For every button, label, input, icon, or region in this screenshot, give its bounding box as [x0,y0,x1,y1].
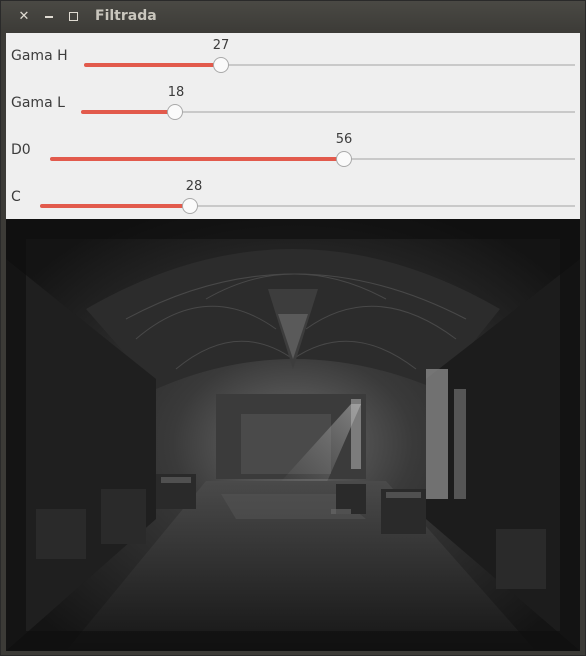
trackbar-value: 27 [212,38,230,53]
trackbar-value: 28 [185,179,203,194]
window-title: Filtrada [95,8,157,24]
trackbar-row-c: C 28 [6,174,580,221]
trackbar-track[interactable] [40,198,575,214]
filtered-image [6,219,580,651]
trackbar-fill [81,110,175,114]
trackbar-value: 56 [335,132,353,147]
trackbar-label: Gama L [11,95,65,111]
close-icon[interactable]: ✕ [16,9,32,25]
minimize-icon[interactable] [41,9,57,25]
trackbar-knob[interactable] [336,151,352,167]
app-window: ✕ Filtrada Gama H 27 Gama L 18 D0 56 C 2… [0,0,586,656]
trackbar-fill [84,63,222,67]
titlebar[interactable]: ✕ Filtrada [1,1,585,33]
trackbar-knob[interactable] [181,198,198,214]
trackbar-value: 18 [167,85,185,100]
trackbar-knob[interactable] [166,104,183,120]
maximize-icon[interactable] [65,9,81,25]
trackbar-track[interactable] [50,151,575,167]
trackbar-label: D0 [11,142,31,158]
trackbar-fill [50,157,344,161]
trackbar-track[interactable] [84,57,575,73]
hall-photo [6,219,580,651]
trackbar-fill [40,204,190,208]
trackbar-panel: Gama H 27 Gama L 18 D0 56 C 28 [6,33,580,219]
trackbar-row-gama-h: Gama H 27 [6,33,580,80]
trackbar-knob[interactable] [213,57,230,73]
trackbar-label: C [11,189,21,205]
trackbar-row-d0: D0 56 [6,127,580,174]
trackbar-row-gama-l: Gama L 18 [6,80,580,127]
trackbar-label: Gama H [11,48,68,64]
trackbar-track[interactable] [81,104,575,120]
